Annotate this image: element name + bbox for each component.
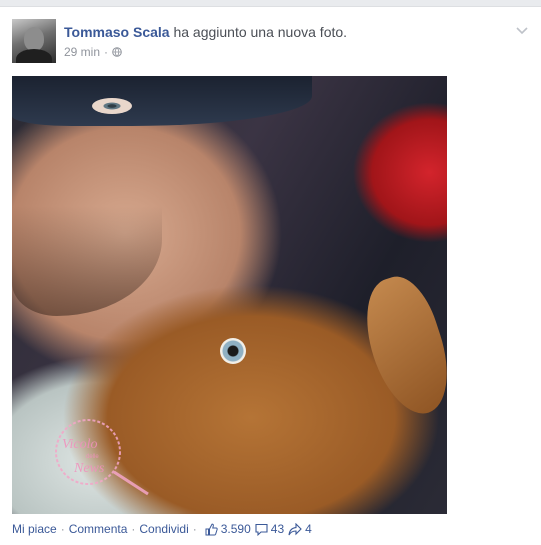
actions-separator: ·: [60, 522, 65, 536]
beanie: [12, 76, 312, 126]
shares-count: 4: [305, 522, 312, 536]
comment-link-suffix: a: [120, 522, 128, 536]
svg-text:News: News: [73, 461, 105, 476]
post-meta: 29 min ·: [64, 45, 122, 59]
dog-eye: [220, 338, 246, 364]
thumbs-up-icon: [205, 523, 218, 535]
globe-icon[interactable]: [112, 47, 122, 57]
avatar-face: [24, 27, 44, 51]
dog-ear: [352, 268, 447, 424]
post-action-text: ha aggiunto una nuova foto.: [173, 24, 348, 40]
likes-count-button[interactable]: 3.590: [205, 522, 251, 536]
post-time[interactable]: 29 min: [64, 45, 100, 59]
feed-post: Tommaso Scala ha aggiunto una nuova foto…: [0, 6, 541, 545]
actions-separator: ·: [131, 522, 136, 536]
likes-count: 3.590: [220, 522, 251, 536]
chevron-down-icon[interactable]: [515, 23, 529, 37]
post-header: Tommaso Scala ha aggiunto una nuova foto…: [64, 24, 347, 40]
meta-separator: ·: [104, 45, 109, 59]
svg-text:delle: delle: [86, 454, 99, 460]
man-beard: [12, 206, 162, 316]
watermark-logo: Vicolo delle News: [55, 419, 149, 496]
comment-link[interactable]: Commenta: [69, 522, 128, 536]
actions-separator: ·: [192, 522, 197, 536]
comments-count-button[interactable]: 43: [255, 522, 284, 536]
comment-link-text: Comment: [68, 522, 121, 536]
post-actions: Mi piace · Commenta · Condividi · 3.590 …: [12, 522, 312, 536]
avatar[interactable]: [12, 19, 56, 63]
comment-icon: [255, 523, 268, 536]
share-icon: [288, 522, 302, 535]
shares-count-button[interactable]: 4: [288, 522, 312, 536]
avatar-body: [16, 49, 52, 63]
post-photo[interactable]: Vicolo delle News: [12, 76, 447, 514]
like-link[interactable]: Mi piace: [12, 522, 57, 536]
svg-text:Vicolo: Vicolo: [62, 437, 98, 452]
author-name[interactable]: Tommaso Scala: [64, 24, 170, 40]
man-eye: [92, 98, 132, 114]
comments-count: 43: [270, 522, 285, 536]
share-link[interactable]: Condividi: [139, 522, 188, 536]
